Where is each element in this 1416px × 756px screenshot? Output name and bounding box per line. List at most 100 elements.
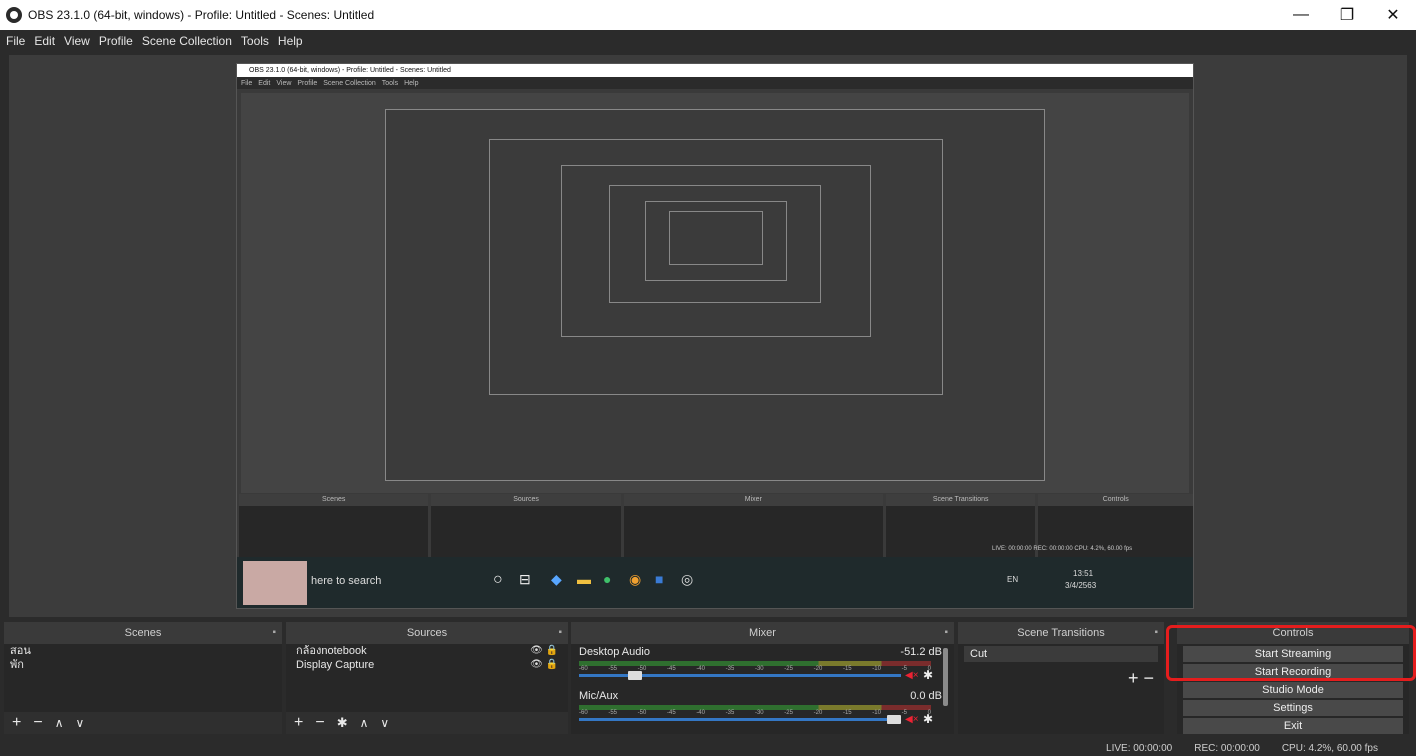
task-view-icon: ⊟ [519,571,531,587]
visibility-lock-icons[interactable]: 👁 🔒 [530,658,558,672]
remove-scene-button[interactable]: − [33,714,42,732]
meter-tick-label: -55 [608,710,617,716]
obs-logo-icon [6,7,22,23]
meter-tick-label: -45 [666,666,676,672]
meter-tick-label: -40 [696,710,705,716]
nested-clock-time: 13:51 [1073,569,1094,578]
nested-panel-title: Scenes [239,494,429,506]
menu-tools[interactable]: Tools [241,34,269,48]
cpu-status: CPU: 4.2%, 60.00 fps [1281,742,1378,754]
nested-window-title: OBS 23.1.0 (64-bit, windows) - Profile: … [237,64,1193,77]
transitions-dock-title: Scene Transitions [1017,627,1105,639]
meter-tick-label: -60 [579,666,588,672]
dock-float-icon[interactable]: ▪ [558,622,562,644]
source-item[interactable]: กล้องnotebook 👁 🔒 [286,644,568,658]
move-up-icon[interactable]: ∧ [55,716,64,730]
nested-menu-item: Help [404,79,419,87]
meter-tick-label: -35 [725,666,735,672]
meter-tick-label: -25 [784,666,793,672]
start-streaming-button[interactable]: Start Streaming [1183,646,1403,662]
volume-slider-handle[interactable] [628,671,642,680]
menu-profile[interactable]: Profile [99,34,133,48]
menu-view[interactable]: View [64,34,90,48]
mixer-scrollbar[interactable] [943,648,948,706]
menu-edit[interactable]: Edit [34,34,55,48]
webcam-thumbnail [243,561,307,605]
mixer-dock-header: Mixer ▪ [571,622,954,644]
menu-scene-collection[interactable]: Scene Collection [142,34,232,48]
dock-float-icon[interactable]: ▪ [272,622,276,644]
sources-toolbar: + − ✱ ∧ ∨ [286,712,568,734]
source-item[interactable]: Display Capture 👁 🔒 [286,658,568,672]
move-up-icon[interactable]: ∧ [360,716,369,730]
window-controls: — ❐ ✕ [1278,0,1416,30]
nested-menu-bar: File Edit View Profile Scene Collection … [237,77,1193,89]
dock-float-icon[interactable]: ▪ [944,622,948,644]
preview-canvas[interactable]: OBS 23.1.0 (64-bit, windows) - Profile: … [9,55,1407,617]
meter-tick-label: -60 [579,710,588,716]
recursive-frame [669,211,763,265]
source-label: กล้องnotebook [296,645,367,657]
dock-float-icon[interactable]: ▪ [1154,622,1158,644]
menu-file[interactable]: File [6,34,25,48]
meter-tick-label: -45 [666,710,676,716]
meter-tick-label: -15 [842,666,852,672]
mixer-channel-desktop: Desktop Audio -51.2 dB -60 -55 -50 -45 -40 -3… [571,644,954,688]
scenes-dock-header: Scenes ▪ [4,622,282,644]
channel-db: 0.0 dB [910,690,942,702]
add-transition-button[interactable]: + [1128,668,1139,688]
volume-slider[interactable] [579,718,901,721]
mute-speaker-icon[interactable]: ◀× [905,714,919,725]
nested-preview-area [241,93,1189,493]
volume-slider-handle[interactable] [887,715,901,724]
sources-dock: Sources ▪ กล้องnotebook 👁 🔒 Display Capt… [286,622,568,734]
controls-dock: Controls Start Streaming Start Recording… [1177,622,1409,734]
channel-gear-icon[interactable]: ✱ [923,712,933,726]
settings-button[interactable]: Settings [1183,700,1403,716]
channel-name: Desktop Audio [579,646,650,658]
mixer-dock: Mixer ▪ Desktop Audio -51.2 dB -60 -55 -50… [571,622,954,734]
meter-tick-label: -55 [608,666,617,672]
meter-tick-label: -20 [813,710,823,716]
cortana-icon: ○ [493,571,503,588]
transitions-dock: Scene Transitions ▪ Cut + − [958,622,1164,734]
nested-panel-title: Controls [1038,494,1193,506]
close-button[interactable]: ✕ [1370,0,1416,30]
meter-tick-label: -30 [754,666,764,672]
maximize-button[interactable]: ❐ [1324,0,1370,30]
source-label: Display Capture [296,659,375,671]
sources-dock-title: Sources [406,627,448,639]
scene-item[interactable]: สอน [4,644,282,658]
transition-select[interactable]: Cut [964,646,1158,662]
sources-dock-header: Sources ▪ [286,622,568,644]
exit-button[interactable]: Exit [1183,718,1403,734]
remove-transition-button[interactable]: − [1143,668,1154,688]
add-scene-button[interactable]: + [12,714,21,732]
nested-panel-title: Sources [431,494,621,506]
channel-gear-icon[interactable]: ✱ [923,668,933,682]
visibility-lock-icons[interactable]: 👁 🔒 [530,644,558,658]
channel-name: Mic/Aux [579,690,619,702]
scenes-dock: Scenes ▪ สอน พัก + − ∧ ∨ [4,622,282,734]
rec-status: REC: 00:00:00 [1194,742,1260,754]
scenes-dock-title: Scenes [124,627,162,639]
mute-speaker-icon[interactable]: ◀× [905,670,919,681]
add-source-button[interactable]: + [294,714,303,732]
nested-menu-item: View [276,79,292,87]
meter-tick-label: -25 [784,710,793,716]
menu-help[interactable]: Help [278,34,303,48]
edge-icon: ◆ [551,571,562,587]
meter-tick-label: -50 [637,710,647,716]
scene-item[interactable]: พัก [4,658,282,672]
nested-obs-capture: OBS 23.1.0 (64-bit, windows) - Profile: … [236,63,1194,609]
minimize-button[interactable]: — [1278,0,1324,30]
source-settings-gear-icon[interactable]: ✱ [337,715,348,731]
controls-dock-title: Controls [1272,627,1314,639]
nested-search-text: here to search [311,575,382,587]
studio-mode-button[interactable]: Studio Mode [1183,682,1403,698]
remove-source-button[interactable]: − [315,714,324,732]
move-down-icon[interactable]: ∨ [75,716,84,730]
start-recording-button[interactable]: Start Recording [1183,664,1403,680]
chrome-icon: ◉ [629,571,642,587]
move-down-icon[interactable]: ∨ [380,716,389,730]
